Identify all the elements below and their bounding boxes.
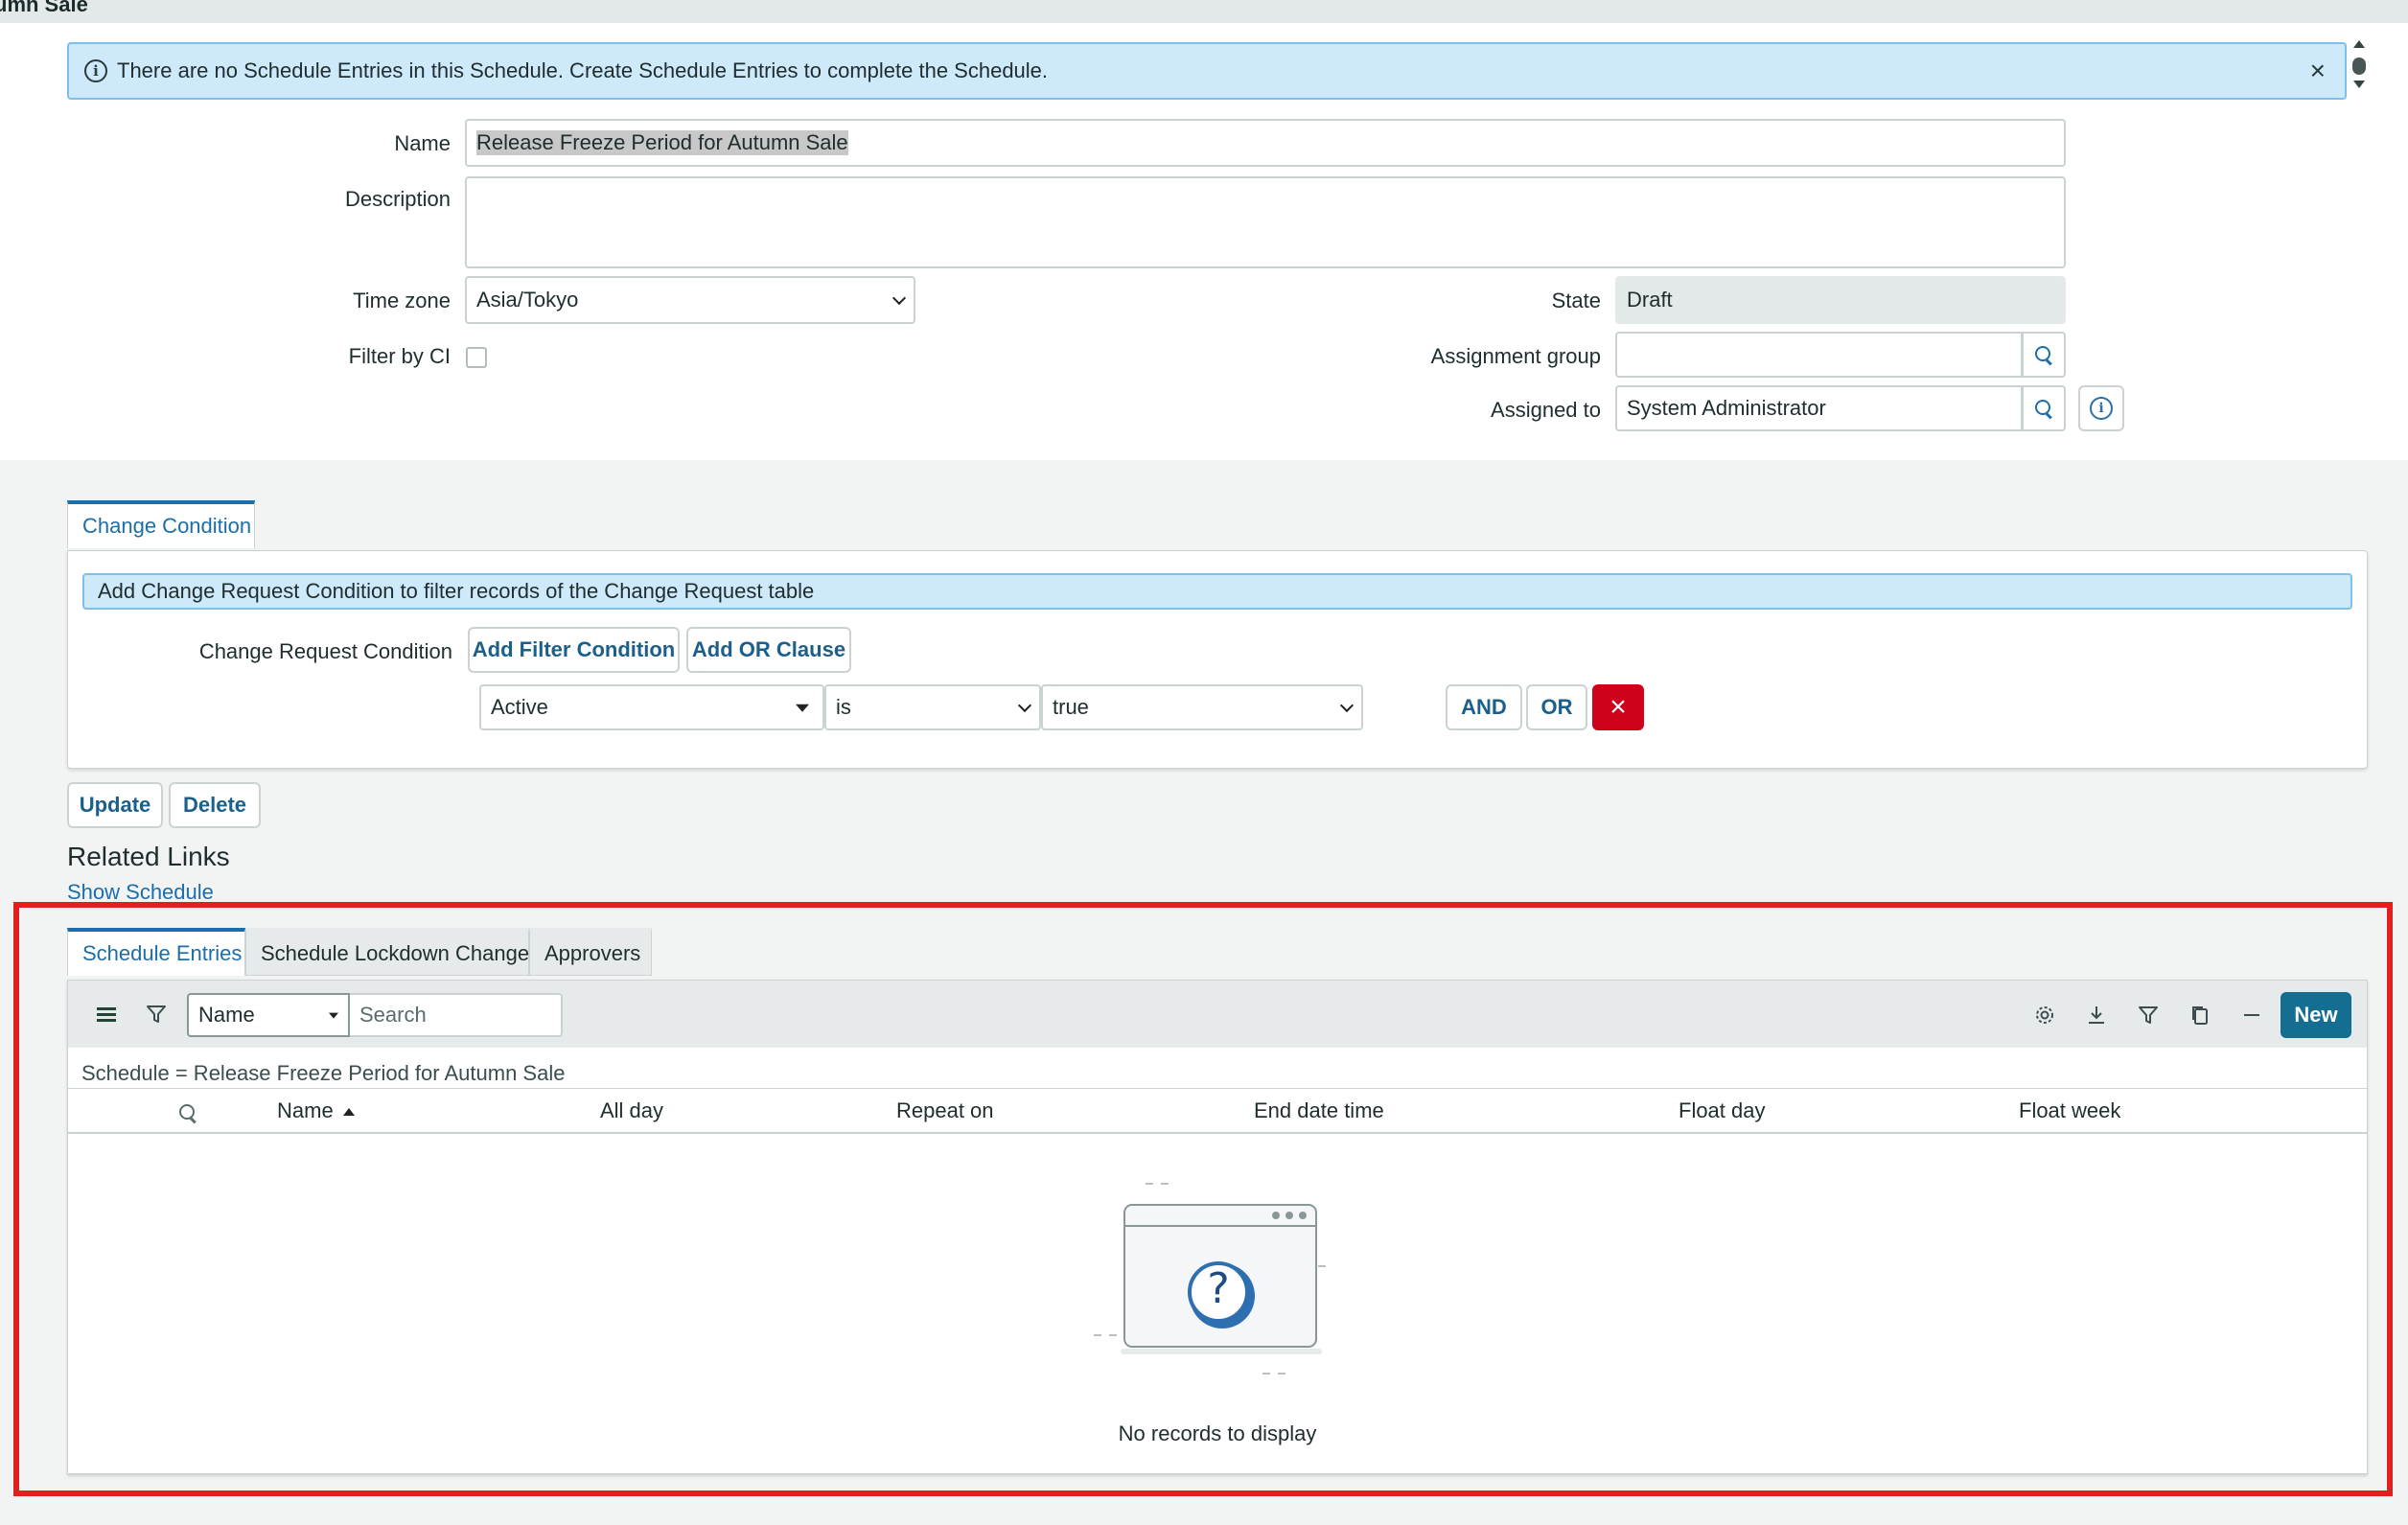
delete-button[interactable]: Delete: [169, 782, 261, 828]
info-icon: i: [2090, 397, 2113, 420]
update-button[interactable]: Update: [67, 782, 163, 828]
add-filter-condition-button[interactable]: Add Filter Condition: [468, 627, 680, 673]
description-field[interactable]: [465, 176, 2066, 268]
column-header-float-day[interactable]: Float day: [1679, 1098, 1766, 1123]
new-button[interactable]: New: [2281, 992, 2351, 1038]
chevron-down-icon: [891, 290, 907, 306]
copy-icon[interactable]: [2185, 1000, 2215, 1030]
column-header-float-week[interactable]: Float week: [2019, 1098, 2120, 1123]
name-label: Name: [394, 131, 451, 155]
column-header-name[interactable]: Name: [277, 1098, 355, 1123]
condition-info-banner: Add Change Request Condition to filter r…: [82, 573, 2352, 610]
delete-condition-button[interactable]: ×: [1592, 684, 1644, 730]
chevron-down-icon: [1339, 698, 1354, 713]
empty-state: ? No records to display: [68, 1134, 2367, 1475]
state-field: Draft: [1615, 276, 2066, 324]
info-banner-message: There are no Schedule Entries in this Sc…: [117, 58, 1049, 82]
tab-change-condition[interactable]: Change Condition: [67, 500, 255, 548]
search-input[interactable]: Search: [350, 993, 563, 1037]
column-search-icon[interactable]: [179, 1102, 197, 1127]
empty-message: No records to display: [1118, 1421, 1317, 1445]
tab-schedule-lockdown-changes[interactable]: Schedule Lockdown Changes: [245, 928, 540, 976]
name-value: Release Freeze Period for Autumn Sale: [476, 130, 848, 155]
timezone-label: Time zone: [353, 289, 451, 312]
table-header: Name All day Repeat on End date time Flo…: [68, 1088, 2367, 1134]
column-header-repeat-on[interactable]: Repeat on: [896, 1098, 994, 1123]
filter-ci-checkbox[interactable]: [466, 347, 487, 368]
column-header-end-date-time[interactable]: End date time: [1254, 1098, 1384, 1123]
show-schedule-link[interactable]: Show Schedule: [67, 880, 214, 901]
description-label: Description: [344, 187, 451, 211]
close-icon: ×: [1609, 691, 1627, 723]
caret-down-icon: [796, 704, 809, 712]
filter-icon[interactable]: [141, 999, 172, 1029]
sort-ascending-icon: [342, 1108, 355, 1117]
or-button[interactable]: OR: [1526, 684, 1587, 730]
assignment-group-input[interactable]: [1615, 332, 2023, 378]
chevron-down-icon: [1017, 698, 1032, 713]
caret-down-icon: [329, 1012, 338, 1019]
breadcrumb[interactable]: Schedule = Release Freeze Period for Aut…: [81, 1061, 565, 1086]
close-icon[interactable]: ×: [2310, 56, 2326, 86]
related-links-title: Related Links: [67, 842, 230, 871]
search-icon: [2035, 346, 2052, 363]
info-icon: i: [84, 59, 107, 82]
assignment-group-label: Assignment group: [1430, 344, 1601, 368]
tab-schedule-entries[interactable]: Schedule Entries: [67, 928, 245, 976]
filter-ci-label: Filter by CI: [348, 344, 451, 368]
scrollbar[interactable]: [2350, 38, 2368, 96]
page-title: umn Sale: [0, 0, 88, 16]
assigned-to-lookup-button[interactable]: [2022, 385, 2066, 431]
gear-icon[interactable]: [2029, 1000, 2060, 1030]
download-icon[interactable]: [2081, 1000, 2112, 1030]
name-field[interactable]: Release Freeze Period for Autumn Sale: [465, 119, 2066, 167]
condition-value-select[interactable]: true: [1041, 684, 1363, 730]
collapse-icon[interactable]: [2236, 1000, 2267, 1030]
list-toolbar: Name Search New: [68, 981, 2367, 1048]
info-banner: i There are no Schedule Entries in this …: [67, 42, 2347, 100]
filter-icon[interactable]: [2133, 1000, 2164, 1030]
add-or-clause-button[interactable]: Add OR Clause: [686, 627, 851, 673]
assigned-to-input[interactable]: System Administrator: [1615, 385, 2023, 431]
menu-icon[interactable]: [97, 1007, 116, 1022]
search-icon: [2035, 400, 2052, 417]
column-header-all-day[interactable]: All day: [600, 1098, 663, 1123]
timezone-select[interactable]: Asia/Tokyo: [465, 276, 915, 324]
search-field-select[interactable]: Name: [187, 993, 350, 1037]
top-bar: umn Sale: [0, 0, 2408, 23]
change-request-condition-label: Change Request Condition: [198, 639, 452, 663]
condition-operator-select[interactable]: is: [824, 684, 1041, 730]
assigned-to-label: Assigned to: [1491, 398, 1601, 422]
state-label: State: [1551, 289, 1601, 312]
and-button[interactable]: AND: [1446, 684, 1522, 730]
schedule-entries-list: Name Search New Schedule = Release Freez…: [67, 980, 2368, 1474]
tab-approvers[interactable]: Approvers: [529, 928, 652, 976]
assignment-group-lookup-button[interactable]: [2022, 332, 2066, 378]
question-icon: ?: [1207, 1264, 1230, 1313]
assigned-to-info-button[interactable]: i: [2078, 385, 2124, 431]
condition-field-select[interactable]: Active: [479, 684, 824, 730]
